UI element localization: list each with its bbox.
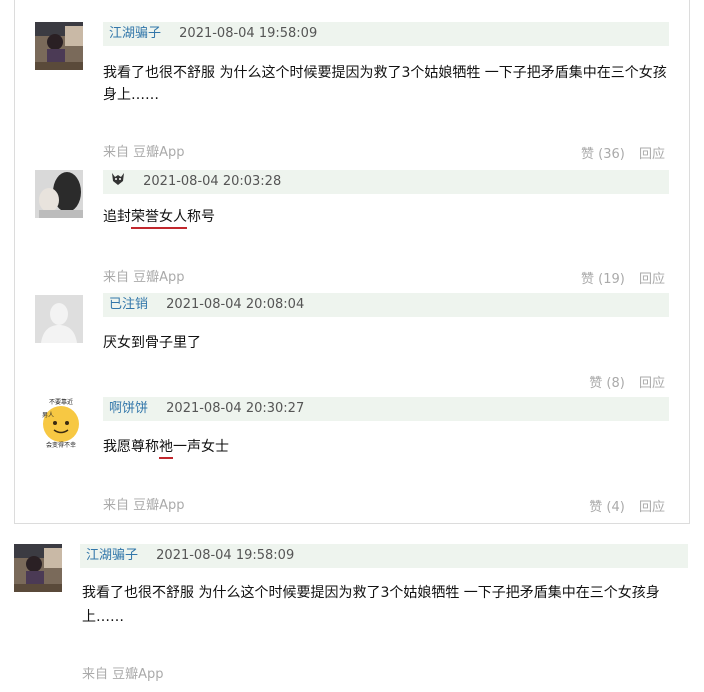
source-label: 来自 豆瓣App	[103, 145, 185, 160]
source-label: 来自 豆瓣App	[103, 498, 185, 513]
comment-text-part: 我愿尊称	[103, 439, 159, 455]
source-label: 来自 豆瓣App	[82, 667, 164, 682]
user-photo-avatar	[14, 544, 62, 592]
comment-text-part: 一声女士	[173, 439, 229, 455]
timestamp: 2021-08-04 20:08:04	[166, 297, 305, 312]
like-button[interactable]: 赞 (19)	[581, 272, 625, 287]
comment-actions: 赞 (36) 回应	[571, 143, 665, 162]
underlined-phrase: 荣誉女人	[131, 209, 187, 229]
comment-meta: 江湖骗子 2021-08-04 19:58:09	[103, 22, 669, 46]
username-link[interactable]: 已注销	[109, 297, 148, 312]
comment-actions: 赞 (4) 回应	[579, 496, 665, 515]
timestamp: 2021-08-04 19:58:09	[156, 548, 295, 563]
emoji-avatar: 不要靠近 男人 会变得不幸	[35, 397, 87, 449]
source-label: 来自 豆瓣App	[103, 270, 185, 285]
avatar[interactable]	[35, 295, 83, 343]
comment-text-line-2: 上……	[82, 609, 124, 625]
comment-meta: 2021-08-04 20:03:28	[103, 170, 669, 194]
avatar[interactable]	[35, 22, 83, 70]
avatar[interactable]	[14, 544, 62, 592]
like-button[interactable]: 赞 (4)	[589, 500, 625, 515]
username-link[interactable]: 啊饼饼	[109, 401, 148, 416]
reply-button[interactable]: 回应	[639, 376, 665, 391]
avatar-caption-top: 不要靠近	[49, 398, 73, 406]
comment-text: 我看了也很不舒服 为什么这个时候要提因为救了3个姑娘牺牲 一下子把矛盾集中在三个…	[103, 65, 667, 103]
comment-meta: 已注销 2021-08-04 20:08:04	[103, 293, 669, 317]
avatar-caption-mid: 男人	[42, 412, 54, 419]
comment-text-line-1: 我看了也很不舒服 为什么这个时候要提因为救了3个姑娘牺牲 一下子把矛盾集中在三个…	[82, 585, 660, 601]
comment-meta: 啊饼饼 2021-08-04 20:30:27	[103, 397, 669, 421]
user-photo-avatar	[35, 170, 83, 218]
avatar-caption-bottom: 会变得不幸	[46, 441, 76, 449]
like-button[interactable]: 赞 (8)	[589, 376, 625, 391]
default-user-avatar	[35, 295, 83, 343]
underlined-phrase: 祂	[159, 439, 173, 459]
comment-text-part: 追封	[103, 209, 131, 225]
reply-button[interactable]: 回应	[639, 272, 665, 287]
reply-button[interactable]: 回应	[639, 147, 665, 162]
comment-text: 追封荣誉女人称号	[103, 206, 215, 229]
comment-text: 我愿尊称祂一声女士	[103, 436, 229, 459]
comment-text-part: 称号	[187, 209, 215, 225]
username-link[interactable]: 江湖骗子	[109, 26, 161, 41]
reply-button[interactable]: 回应	[639, 500, 665, 515]
timestamp: 2021-08-04 20:03:28	[143, 174, 282, 189]
comment-actions: 赞 (8) 回应	[579, 372, 665, 391]
username-link[interactable]: 江湖骗子	[86, 548, 138, 563]
timestamp: 2021-08-04 19:58:09	[179, 26, 318, 41]
comment-thread-panel: 江湖骗子 2021-08-04 19:58:09 我看了也很不舒服 为什么这个时…	[14, 0, 690, 524]
avatar[interactable]: 不要靠近 男人 会变得不幸	[35, 397, 87, 449]
user-photo-avatar	[35, 22, 83, 70]
comment-text: 厌女到骨子里了	[103, 335, 201, 351]
timestamp: 2021-08-04 20:30:27	[166, 401, 305, 416]
wolf-icon	[109, 170, 127, 188]
comment-meta: 江湖骗子 2021-08-04 19:58:09	[80, 544, 688, 568]
avatar[interactable]	[35, 170, 83, 218]
like-button[interactable]: 赞 (36)	[581, 147, 625, 162]
comment-actions: 赞 (19) 回应	[571, 268, 665, 287]
